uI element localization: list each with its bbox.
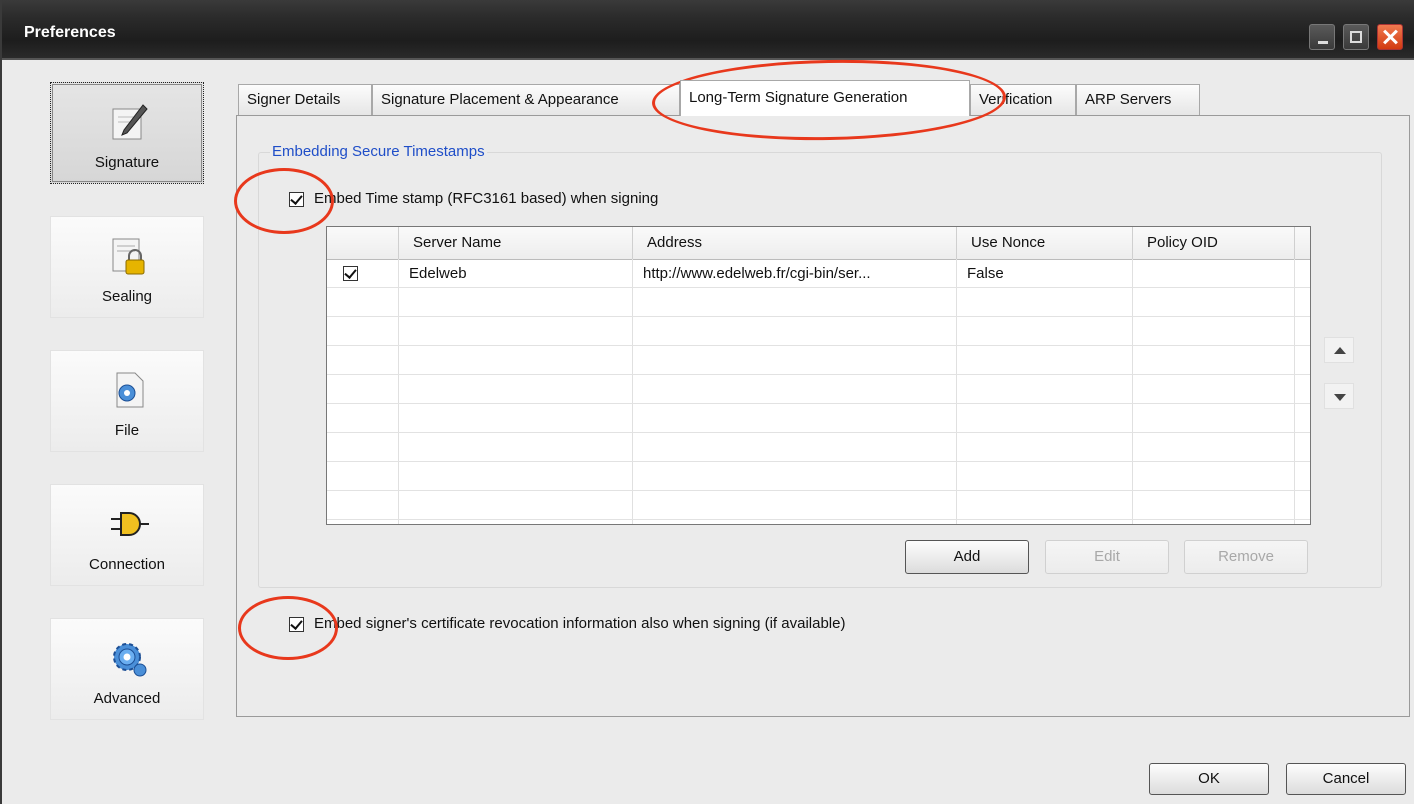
table-row <box>327 375 1310 404</box>
column-header-policy-oid[interactable]: Policy OID <box>1133 227 1295 259</box>
cell-use-nonce: False <box>967 265 1004 282</box>
cancel-button[interactable]: Cancel <box>1286 763 1406 795</box>
sidebar-item-signature[interactable]: Signature <box>50 82 204 184</box>
gears-icon <box>113 643 147 677</box>
sidebar-item-file[interactable]: File <box>50 350 204 452</box>
sidebar-item-sealing[interactable]: Sealing <box>50 216 204 318</box>
close-button[interactable] <box>1377 24 1403 50</box>
sidebar-item-connection[interactable]: Connection <box>50 484 204 586</box>
table-row <box>327 346 1310 375</box>
row-enable-checkbox[interactable] <box>343 266 358 281</box>
table-row <box>327 404 1310 433</box>
table-row[interactable]: Edelweb http://www.edelweb.fr/cgi-bin/se… <box>327 259 1310 288</box>
tab-signature-placement[interactable]: Signature Placement & Appearance <box>372 84 680 115</box>
move-up-button[interactable] <box>1324 337 1354 363</box>
sidebar-item-advanced[interactable]: Advanced <box>50 618 204 720</box>
tab-signer-details[interactable]: Signer Details <box>238 84 372 115</box>
move-down-button[interactable] <box>1324 383 1354 409</box>
ok-button[interactable]: OK <box>1149 763 1269 795</box>
sidebar-item-label: Signature <box>94 154 160 171</box>
embed-revocation-label: Embed signer's certificate revocation in… <box>314 615 846 632</box>
embed-revocation-checkbox[interactable] <box>289 617 304 632</box>
add-button[interactable]: Add <box>905 540 1029 574</box>
tab-arp-servers[interactable]: ARP Servers <box>1076 84 1200 115</box>
minimize-button[interactable] <box>1309 24 1335 50</box>
timestamp-servers-table: Server Name Address Use Nonce Policy OID… <box>326 226 1311 525</box>
plug-icon <box>111 512 149 536</box>
cell-server-name: Edelweb <box>409 265 467 282</box>
sidebar-item-label: Sealing <box>101 288 153 305</box>
sidebar-item-label: Advanced <box>93 690 161 707</box>
signature-pen-icon <box>112 104 148 140</box>
remove-button[interactable]: Remove <box>1184 540 1308 574</box>
column-header-address[interactable]: Address <box>633 227 957 259</box>
column-header-use-nonce[interactable]: Use Nonce <box>957 227 1133 259</box>
group-title: Embedding Secure Timestamps <box>270 143 487 160</box>
table-row <box>327 317 1310 346</box>
edit-button[interactable]: Edit <box>1045 540 1169 574</box>
title-bar: Preferences <box>2 0 1414 60</box>
file-gear-icon <box>116 372 144 408</box>
tab-long-term-signature[interactable]: Long-Term Signature Generation <box>680 80 970 116</box>
table-row <box>327 288 1310 317</box>
tab-verification[interactable]: Verification <box>970 84 1076 115</box>
arrow-up-icon <box>1334 347 1346 354</box>
sidebar-item-label: File <box>114 422 140 439</box>
table-header: Server Name Address Use Nonce Policy OID <box>327 227 1310 260</box>
table-row <box>327 433 1310 462</box>
column-header-select[interactable] <box>327 227 399 259</box>
arrow-down-icon <box>1334 394 1346 401</box>
cell-address: http://www.edelweb.fr/cgi-bin/ser... <box>643 265 871 282</box>
maximize-button[interactable] <box>1343 24 1369 50</box>
table-row <box>327 491 1310 520</box>
preferences-window: Preferences Signature Sealing File Conne… <box>0 0 1414 804</box>
window-title: Preferences <box>24 24 116 41</box>
embed-timestamp-checkbox[interactable] <box>289 192 304 207</box>
embed-timestamp-label: Embed Time stamp (RFC3161 based) when si… <box>314 190 659 207</box>
sidebar-item-label: Connection <box>89 556 165 573</box>
column-header-server-name[interactable]: Server Name <box>399 227 633 259</box>
table-row <box>327 462 1310 491</box>
sealing-lock-icon <box>112 238 145 275</box>
